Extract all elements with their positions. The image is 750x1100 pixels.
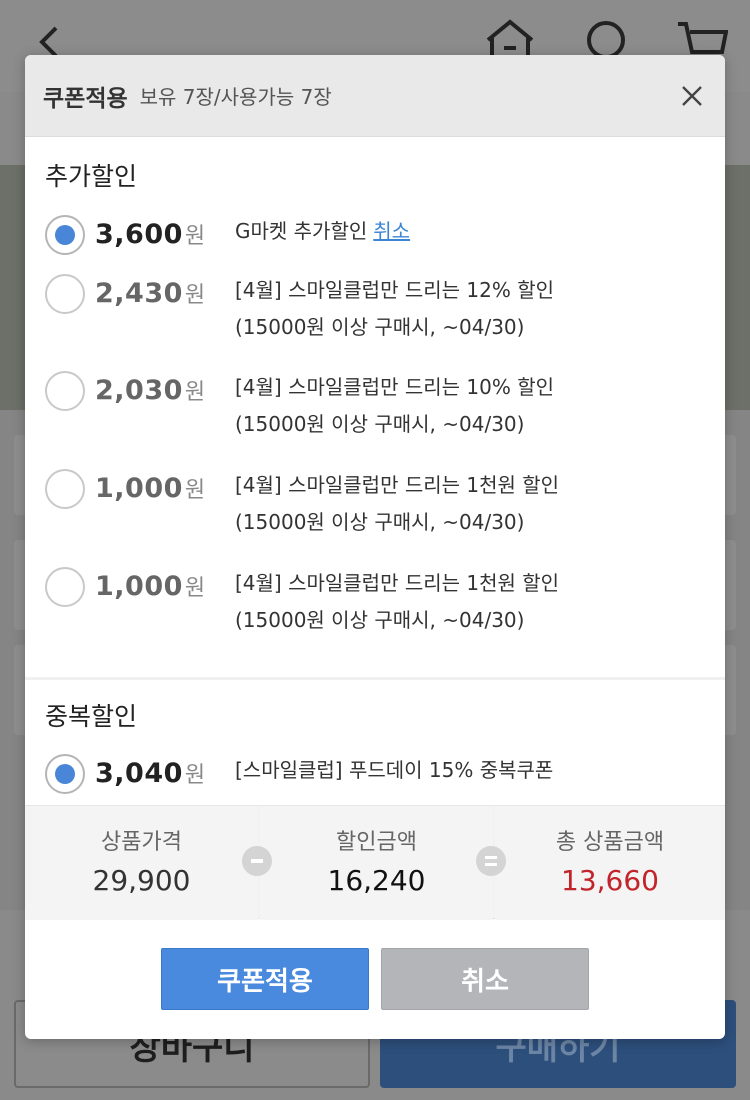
close-icon[interactable]	[677, 81, 707, 111]
coupon-amount: 1,000원	[95, 473, 206, 504]
apply-coupon-button[interactable]: 쿠폰적용	[161, 948, 369, 1010]
coupon-description: [4월] 스마일클럽만 드리는 1천원 할인 (15000원 이상 구매시, ~…	[235, 473, 560, 534]
coupon-description: [4월] 스마일클럽만 드리는 1천원 할인 (15000원 이상 구매시, ~…	[235, 571, 560, 632]
coupon-description: [4월] 스마일클럽만 드리는 10% 할인 (15000원 이상 구매시, ~…	[235, 375, 555, 436]
extra-discount-title: 추가할인	[45, 162, 138, 191]
total-box: 총 상품금액 13,660	[495, 806, 725, 920]
total-label: 총 상품금액	[555, 830, 665, 855]
discount-label: 할인금액	[336, 830, 417, 855]
coupon-radio[interactable]	[45, 469, 85, 509]
coupon-amount: 2,030원	[95, 375, 206, 406]
product-price-box: 상품가격 29,900	[25, 806, 258, 920]
product-price-label: 상품가격	[101, 830, 182, 855]
discount-box: 할인금액 16,240	[260, 806, 493, 920]
coupon-radio[interactable]	[45, 274, 85, 314]
modal-title: 쿠폰적용	[43, 85, 128, 112]
coupon-cancel-link[interactable]: 취소	[373, 219, 410, 243]
section-divider	[25, 677, 725, 680]
coupon-radio[interactable]	[45, 215, 85, 255]
modal-header: 쿠폰적용 보유 7장/사용가능 7장	[25, 55, 725, 137]
coupon-modal: 쿠폰적용 보유 7장/사용가능 7장 추가할인 3,600원 G마켓 추가할인 취…	[25, 55, 725, 1039]
discount-value: 16,240	[327, 864, 426, 897]
price-summary: 상품가격 29,900 할인금액 16,240 총 상품금액 13,660	[25, 805, 725, 920]
minus-icon	[242, 846, 272, 876]
coupon-radio[interactable]	[45, 754, 85, 794]
equals-icon	[476, 846, 506, 876]
coupon-list[interactable]: 추가할인 3,600원 G마켓 추가할인 취소 2,430원 [4월] 스마일클럽…	[25, 137, 725, 805]
duplicate-discount-title: 중복할인	[45, 702, 138, 731]
coupon-radio[interactable]	[45, 567, 85, 607]
coupon-description: [스마일클럽] 푸드데이 15% 중복쿠폰	[235, 758, 554, 782]
product-price-value: 29,900	[92, 864, 191, 897]
total-value: 13,660	[561, 864, 659, 897]
coupon-radio[interactable]	[45, 371, 85, 411]
coupon-amount: 3,040원	[95, 758, 206, 789]
coupon-amount: 1,000원	[95, 571, 206, 602]
coupon-description: [4월] 스마일클럽만 드리는 12% 할인 (15000원 이상 구매시, ~…	[235, 278, 555, 339]
coupon-amount: 3,600원	[95, 219, 206, 250]
coupon-description: G마켓 추가할인 취소	[235, 219, 411, 243]
modal-subtitle: 보유 7장/사용가능 7장	[139, 85, 332, 109]
cancel-button[interactable]: 취소	[381, 948, 589, 1010]
coupon-amount: 2,430원	[95, 278, 206, 309]
